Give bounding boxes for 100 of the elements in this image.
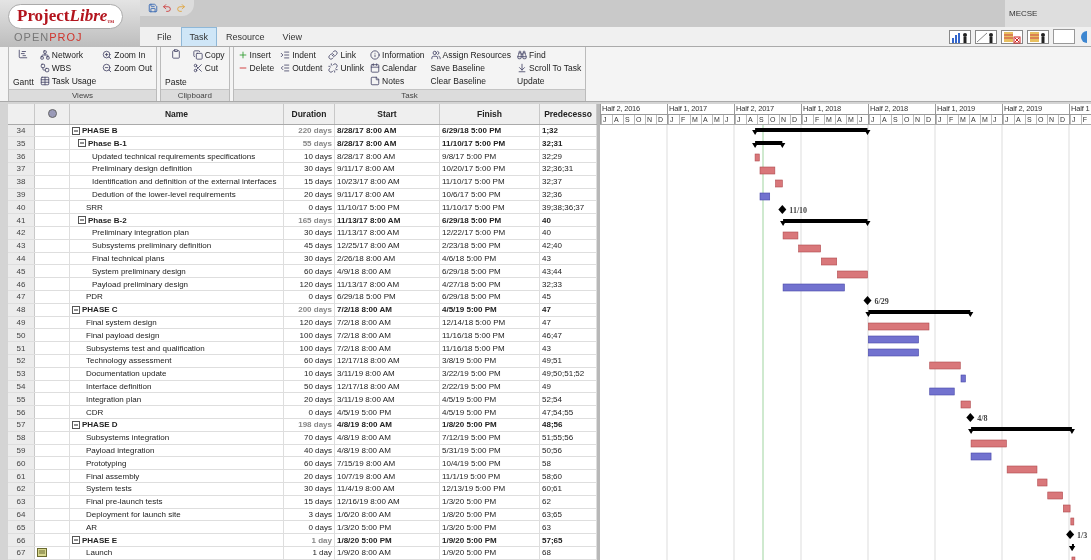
finish-date: 10/6/17 5:00 PM — [442, 190, 501, 200]
start-date: 9/11/17 8:00 AM — [337, 164, 395, 174]
ribbon-button[interactable]: Notes — [370, 75, 425, 87]
finish-date: 2/22/19 5:00 PM — [442, 382, 501, 391]
ribbon-button[interactable]: Network — [39, 49, 97, 61]
milestone-date: 1/3 — [1077, 530, 1088, 540]
scroll-down-icon — [517, 63, 528, 73]
column-header[interactable]: Duration — [284, 104, 335, 124]
row-number: 60 — [8, 457, 35, 470]
ribbon-button[interactable]: Update — [517, 75, 582, 87]
copy-icon — [192, 50, 203, 60]
row-number: 57 — [8, 419, 35, 431]
predecessors-text: 63;65 — [542, 509, 563, 519]
row-number: 45 — [8, 265, 35, 278]
task-name: PHASE E — [82, 535, 118, 545]
ribbon-button[interactable]: Zoom In — [102, 49, 152, 61]
task-name: Final system design — [86, 318, 157, 327]
duration-text: 30 days — [303, 484, 332, 494]
duration-text: 120 days — [299, 318, 332, 327]
ribbon-button[interactable]: Clear Baseline — [430, 75, 512, 87]
gantt-chart-icon — [18, 49, 29, 59]
finish-date: 3/8/19 5:00 PM — [442, 356, 497, 366]
duration-text: 220 days — [298, 126, 332, 136]
column-header[interactable]: Start — [335, 104, 440, 124]
start-date: 11/13/17 8:00 AM — [337, 279, 400, 289]
task-name: PDR — [86, 292, 103, 302]
ribbon-button[interactable]: Insert — [237, 49, 275, 61]
row-number: 55 — [8, 393, 35, 406]
finish-date: 5/31/19 5:00 PM — [442, 446, 501, 455]
input-field[interactable] — [1053, 29, 1075, 45]
duration-text: 60 days — [303, 266, 332, 276]
ribbon-button[interactable]: Gantt — [13, 49, 34, 87]
ribbon-button[interactable]: Copy — [192, 49, 225, 61]
ribbon-button[interactable]: Scroll To Task — [517, 62, 582, 74]
predecessors-text: 39;38;36;37 — [542, 202, 585, 212]
start-date: 2/26/18 8:00 AM — [337, 254, 396, 264]
zoom-out-icon — [102, 63, 113, 73]
ribbon-tab[interactable]: View — [273, 27, 311, 46]
column-header[interactable]: Name — [70, 104, 284, 124]
duration-text: 45 days — [303, 241, 332, 251]
duration-text: 0 days — [308, 522, 332, 532]
ribbon-tab[interactable]: File — [148, 27, 181, 46]
duration-text: 50 days — [303, 382, 332, 391]
ribbon-button[interactable]: Outdent — [280, 62, 323, 74]
ribbon-tab[interactable]: Task — [180, 27, 218, 46]
start-date: 4/9/18 8:00 AM — [337, 266, 391, 276]
collapse-icon[interactable] — [78, 216, 86, 225]
table-person-icon[interactable] — [1027, 29, 1049, 44]
ribbon-button[interactable]: Link — [328, 49, 365, 61]
start-date: 11/13/17 8:00 AM — [337, 215, 401, 225]
milestone-marker — [778, 205, 787, 214]
task-name: PHASE B — [82, 126, 118, 136]
finish-date: 12/13/19 5:00 PM — [442, 484, 506, 494]
task-name: Documentation update — [86, 369, 167, 379]
duration-text: 20 days — [303, 394, 332, 404]
collapse-icon[interactable] — [72, 126, 80, 135]
ribbon-button[interactable]: Information — [370, 49, 425, 61]
ribbon-button[interactable]: Delete — [237, 62, 275, 74]
finish-date: 12/22/17 5:00 PM — [442, 228, 506, 238]
ribbon-button[interactable]: Save Baseline — [430, 62, 512, 74]
column-header[interactable]: Finish — [440, 104, 540, 124]
collapse-icon[interactable] — [72, 420, 80, 429]
ribbon-button[interactable]: Indent — [280, 49, 323, 61]
table-delete-icon[interactable] — [1001, 29, 1023, 44]
predecessors-text: 50;56 — [542, 446, 563, 455]
ribbon-button[interactable]: Assign Resources — [430, 49, 512, 61]
task-name: Technology assessment — [86, 356, 172, 366]
ribbon-button[interactable]: Find — [517, 49, 582, 61]
duration-text: 10 days — [303, 151, 332, 161]
task-name: System preliminary design — [92, 266, 186, 276]
line-chart-icon[interactable] — [975, 29, 997, 44]
start-date: 10/23/17 8:00 AM — [337, 177, 400, 187]
row-number: 61 — [8, 470, 35, 482]
finish-date: 4/5/19 5:00 PM — [442, 394, 497, 404]
finish-date: 7/12/19 5:00 PM — [442, 433, 501, 443]
task-name: PHASE D — [82, 420, 118, 430]
duration-text: 3 days — [308, 509, 332, 519]
predecessors-text: 63 — [542, 522, 551, 532]
finish-date: 6/29/18 5:00 PM — [442, 215, 502, 225]
row-number: 56 — [8, 406, 35, 418]
row-number: 47 — [8, 291, 35, 303]
ribbon-button[interactable]: WBS — [39, 62, 97, 74]
collapse-icon[interactable] — [78, 139, 86, 148]
task-name: Preliminary design definition — [92, 164, 193, 174]
ribbon-button[interactable]: Zoom Out — [102, 62, 152, 74]
task-name: AR — [86, 522, 98, 532]
collapse-icon[interactable] — [72, 305, 80, 314]
finish-date: 1/3/20 5:00 PM — [442, 522, 497, 532]
users-icon — [430, 50, 441, 60]
ribbon-button[interactable]: Task Usage — [39, 75, 97, 87]
ribbon-button[interactable]: Cut — [192, 62, 225, 74]
collapse-icon[interactable] — [72, 536, 80, 545]
ribbon-button[interactable]: Unlink — [328, 62, 365, 74]
ribbon-button[interactable]: Paste — [165, 49, 187, 87]
finish-date: 11/10/17 5:00 PM — [442, 138, 506, 148]
start-date: 12/17/18 8:00 AM — [337, 382, 400, 391]
ribbon-tab[interactable]: Resource — [217, 27, 274, 46]
ribbon-button[interactable]: Calendar — [370, 62, 425, 74]
histogram-icon[interactable] — [949, 29, 971, 44]
indent-icon — [280, 50, 291, 60]
